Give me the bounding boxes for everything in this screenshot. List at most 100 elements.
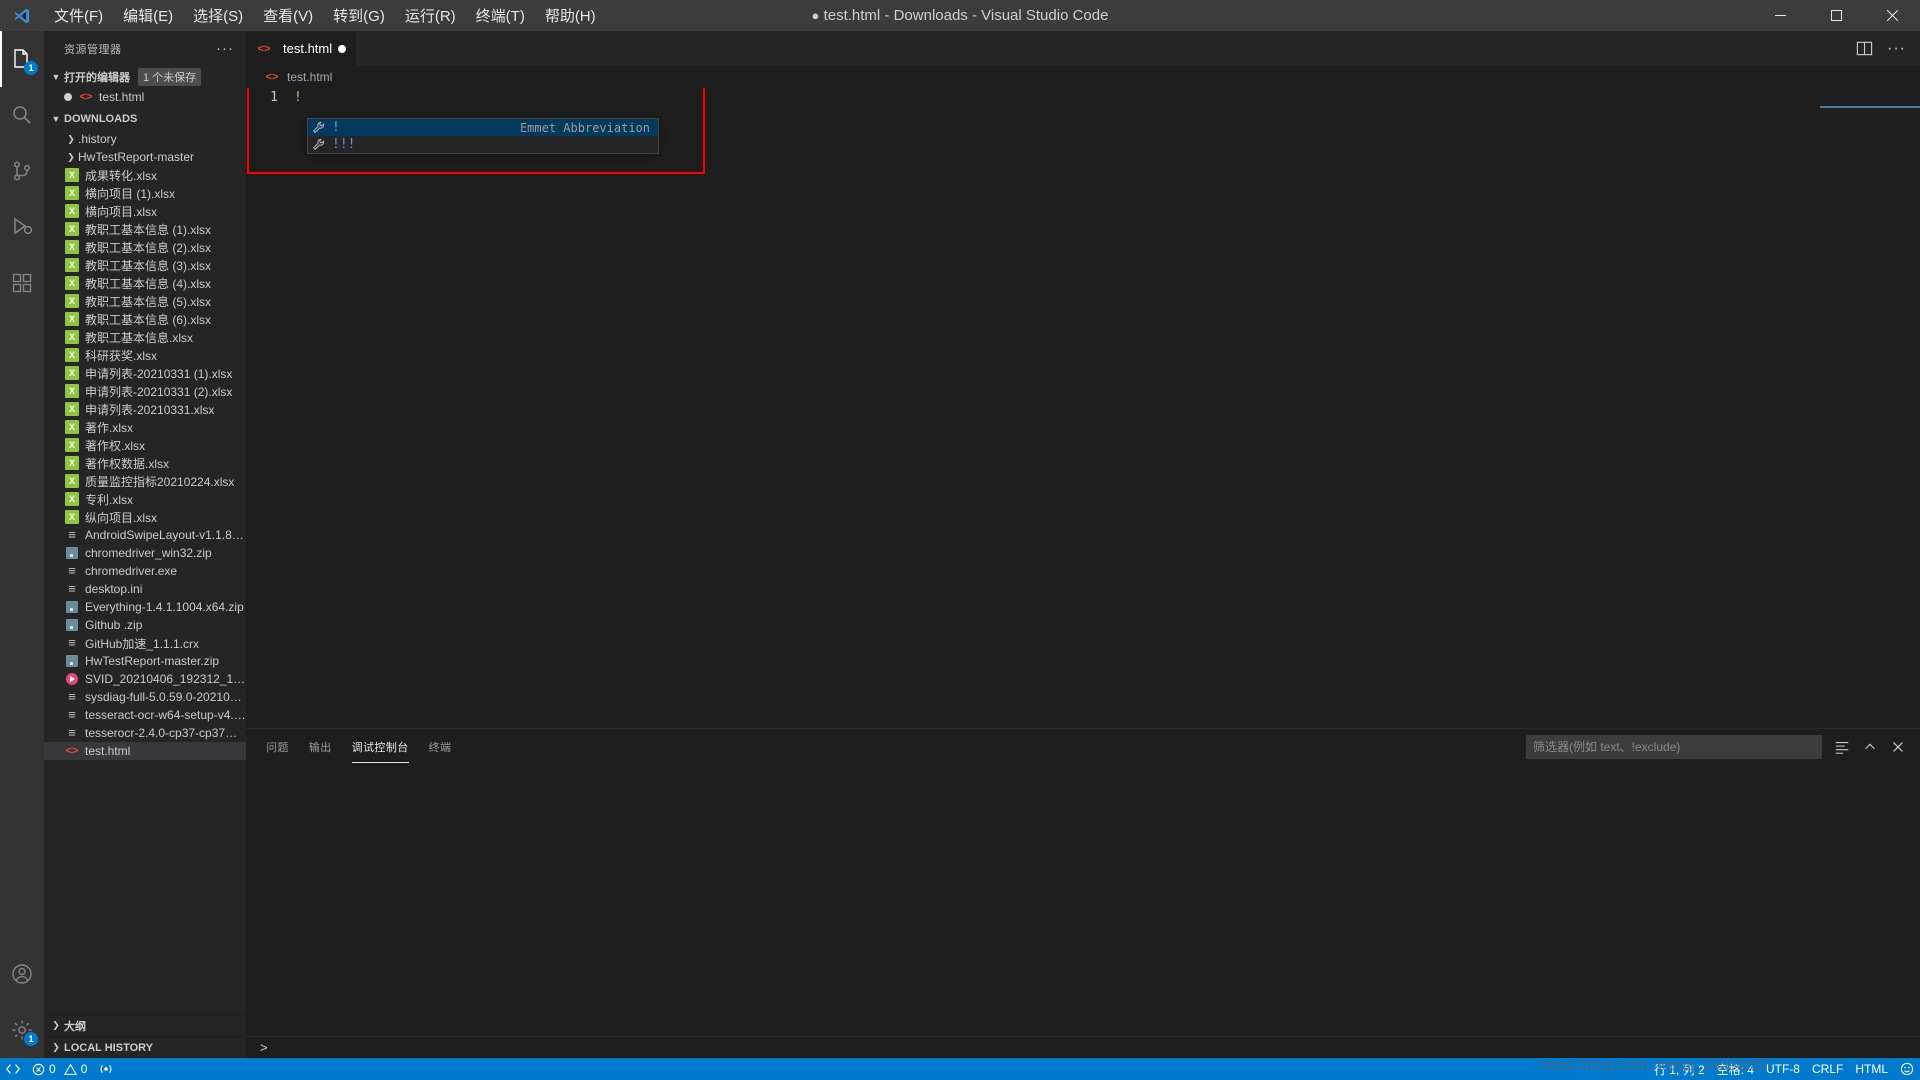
debug-console-output[interactable]: >: [246, 764, 1920, 1058]
panel-actions[interactable]: [1526, 734, 1920, 759]
tree-file[interactable]: ≡ chromedriver.exe: [44, 562, 246, 580]
close-icon[interactable]: [1890, 739, 1906, 755]
tree-file[interactable]: 著作权.xlsx: [44, 436, 246, 454]
tree-file[interactable]: 申请列表-20210331 (1).xlsx: [44, 364, 246, 382]
tree-file[interactable]: SVID_20210406_192312_1.mp4: [44, 670, 246, 688]
tab-test-html[interactable]: <> test.html: [246, 31, 358, 66]
menu-edit[interactable]: 编辑(E): [113, 0, 183, 31]
tree-file[interactable]: 科研获奖.xlsx: [44, 346, 246, 364]
tree-file[interactable]: 横向项目 (1).xlsx: [44, 184, 246, 202]
code-line-1[interactable]: 1 !: [246, 88, 1920, 107]
status-badge[interactable]: 0 0: [26, 1058, 93, 1080]
tree-file[interactable]: 教职工基本信息 (1).xlsx: [44, 220, 246, 238]
clear-console-icon[interactable]: [1834, 739, 1850, 755]
tree-file[interactable]: 申请列表-20210331 (2).xlsx: [44, 382, 246, 400]
tree-file[interactable]: 著作.xlsx: [44, 418, 246, 436]
tree-file[interactable]: Everything-1.4.1.1004.x64.zip: [44, 598, 246, 616]
tree-file[interactable]: 申请列表-20210331.xlsx: [44, 400, 246, 418]
tab-dirty-dot[interactable]: [338, 44, 347, 53]
menu-go[interactable]: 转到(G): [323, 0, 395, 31]
tab-terminal[interactable]: 终端: [429, 731, 452, 762]
language-mode[interactable]: HTML: [1849, 1062, 1894, 1076]
minimize-button[interactable]: [1752, 0, 1808, 31]
close-button[interactable]: [1864, 0, 1920, 31]
menu-file[interactable]: 文件(F): [44, 0, 113, 31]
tree-file[interactable]: 质量监控指标20210224.xlsx: [44, 472, 246, 490]
tree-file[interactable]: 教职工基本信息 (2).xlsx: [44, 238, 246, 256]
menu-selection[interactable]: 选择(S): [183, 0, 253, 31]
tree-file[interactable]: 教职工基本信息.xlsx: [44, 328, 246, 346]
tree-file[interactable]: 成果转化.xlsx: [44, 166, 246, 184]
editor-tab-actions[interactable]: ···: [1856, 31, 1920, 66]
open-editor-item[interactable]: <> test.html: [44, 88, 246, 106]
window-controls[interactable]: [1752, 0, 1920, 31]
cursor-position[interactable]: 行 1, 列 2: [1648, 1061, 1711, 1078]
tree-file-selected[interactable]: <> test.html: [44, 742, 246, 760]
tab-output[interactable]: 输出: [309, 731, 332, 762]
feedback-button[interactable]: [1894, 1062, 1920, 1076]
menu-run[interactable]: 运行(R): [395, 0, 466, 31]
eol[interactable]: CRLF: [1806, 1062, 1849, 1076]
tree-file[interactable]: ≡ desktop.ini: [44, 580, 246, 598]
tab-debug-console[interactable]: 调试控制台: [351, 731, 409, 763]
tree-file[interactable]: chromedriver_win32.zip: [44, 544, 246, 562]
activity-search[interactable]: [0, 87, 44, 143]
activity-source-control[interactable]: [0, 143, 44, 199]
tree-file[interactable]: 教职工基本信息 (6).xlsx: [44, 310, 246, 328]
dirty-indicator[interactable]: [64, 93, 72, 101]
menu-bar[interactable]: 文件(F) 编辑(E) 选择(S) 查看(V) 转到(G) 运行(R) 终端(T…: [44, 0, 606, 31]
chevron-right-icon[interactable]: ❯: [64, 134, 78, 145]
breadcrumb[interactable]: <> test.html: [246, 66, 1920, 88]
menu-terminal[interactable]: 终端(T): [466, 0, 535, 31]
tree-file[interactable]: 教职工基本信息 (5).xlsx: [44, 292, 246, 310]
live-share-button[interactable]: [93, 1058, 119, 1080]
tree-file[interactable]: 教职工基本信息 (3).xlsx: [44, 256, 246, 274]
suggest-item-1[interactable]: !!!: [308, 136, 658, 153]
chevron-up-icon[interactable]: [1862, 739, 1878, 755]
tree-file[interactable]: Github .zip: [44, 616, 246, 634]
section-open-editors[interactable]: ▼ 打开的编辑器 1 个未保存: [44, 66, 246, 88]
debug-console-input[interactable]: >: [246, 1036, 1920, 1058]
activity-settings[interactable]: 1: [0, 1002, 44, 1058]
console-filter-input[interactable]: [1526, 734, 1822, 759]
editor-tabs: <> test.html ···: [246, 31, 1920, 66]
menu-view[interactable]: 查看(V): [253, 0, 323, 31]
activity-explorer[interactable]: 1: [0, 31, 44, 87]
tree-file[interactable]: ≡ AndroidSwipeLayout-v1.1.8.apk: [44, 526, 246, 544]
indentation[interactable]: 空格: 4: [1711, 1061, 1760, 1078]
remote-indicator[interactable]: [0, 1058, 26, 1080]
tree-folder[interactable]: ❯ HwTestReport-master: [44, 148, 246, 166]
chevron-right-icon[interactable]: ❯: [64, 152, 78, 163]
activity-run-debug[interactable]: [0, 199, 44, 255]
section-local-history[interactable]: ❯ LOCAL HISTORY: [44, 1036, 246, 1058]
file-tree[interactable]: ❯.history❯HwTestReport-master成果转化.xlsx横向…: [44, 130, 246, 1014]
split-editor-icon[interactable]: [1856, 40, 1873, 57]
tree-file[interactable]: ≡ sysdiag-full-5.0.59.0-20210330.exe: [44, 688, 246, 706]
suggest-item-0[interactable]: ! Emmet Abbreviation: [308, 119, 658, 136]
tree-file[interactable]: ≡ tesserocr-2.4.0-cp37-cp37m-win_a...: [44, 724, 246, 742]
sidebar-more-actions-icon[interactable]: ···: [216, 40, 238, 57]
tree-file[interactable]: 专利.xlsx: [44, 490, 246, 508]
menu-help[interactable]: 帮助(H): [535, 0, 606, 31]
source-control-icon: [13, 161, 31, 181]
activity-accounts[interactable]: [0, 946, 44, 1002]
tree-file[interactable]: ≡ tesseract-ocr-w64-setup-v4.0.0.2018...: [44, 706, 246, 724]
minimap-slider[interactable]: [1820, 106, 1920, 108]
tree-folder[interactable]: ❯ .history: [44, 130, 246, 148]
code-editor[interactable]: 1 ! ! Emmet Abbreviation !!!: [246, 88, 1920, 728]
section-workspace[interactable]: ▼ DOWNLOADS: [44, 108, 246, 130]
tree-file[interactable]: ≡ GitHub加速_1.1.1.crx: [44, 634, 246, 652]
maximize-button[interactable]: [1808, 0, 1864, 31]
tab-problems[interactable]: 问题: [266, 731, 289, 762]
tree-file[interactable]: 纵向项目.xlsx: [44, 508, 246, 526]
tree-file[interactable]: HwTestReport-master.zip: [44, 652, 246, 670]
suggest-widget[interactable]: ! Emmet Abbreviation !!!: [307, 118, 659, 154]
tree-file[interactable]: 横向项目.xlsx: [44, 202, 246, 220]
activity-extensions[interactable]: [0, 255, 44, 311]
encoding[interactable]: UTF-8: [1760, 1062, 1806, 1076]
section-outline[interactable]: ❯ 大纲: [44, 1014, 246, 1036]
tree-file[interactable]: 教职工基本信息 (4).xlsx: [44, 274, 246, 292]
tree-file[interactable]: 著作权数据.xlsx: [44, 454, 246, 472]
editor-more-actions-icon[interactable]: ···: [1887, 40, 1906, 58]
workspace-label: DOWNLOADS: [64, 113, 138, 125]
